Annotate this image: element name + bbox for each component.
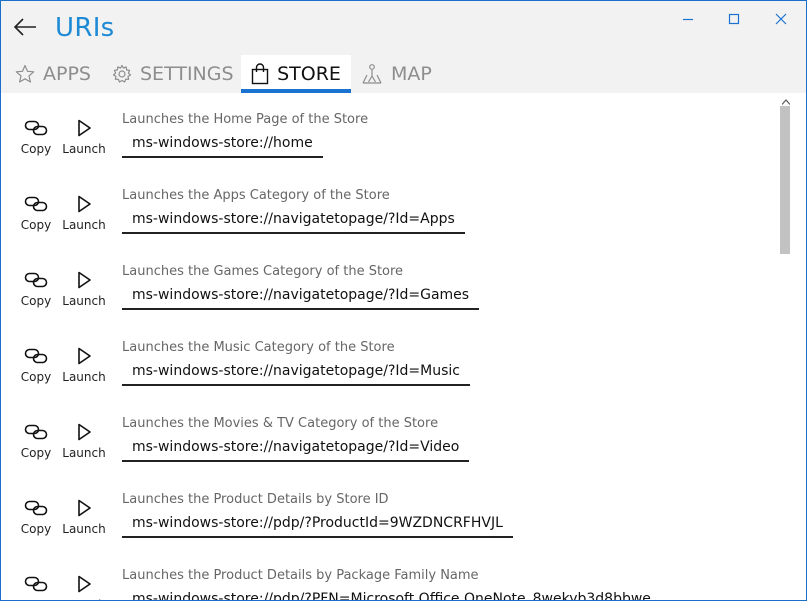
copy-button[interactable]: Copy (14, 421, 58, 460)
copy-label: Copy (20, 294, 52, 308)
link-icon (24, 421, 48, 443)
launch-label: Launch (62, 142, 106, 156)
list-item: Copy Launch Launches the Apps Category o… (1, 169, 778, 245)
uri-field[interactable]: ms-windows-store://navigatetopage/?Id=Ap… (122, 206, 465, 234)
launch-button[interactable]: Launch (62, 193, 106, 232)
launch-button[interactable]: Launch (62, 269, 106, 308)
launch-label: Launch (62, 446, 106, 460)
play-icon (76, 193, 92, 215)
uri-description: Launches the Music Category of the Store (122, 340, 395, 355)
launch-button[interactable]: Launch (62, 421, 106, 460)
list-item: Copy Launch Launches the Product Details… (1, 473, 778, 549)
back-arrow-icon (13, 17, 37, 41)
tab-settings-label: SETTINGS (140, 63, 234, 85)
title-bar: URIs APPS SETTINGS STORE MAP (1, 1, 806, 93)
uri-description: Launches the Product Details by Store ID (122, 492, 389, 507)
tab-settings[interactable]: SETTINGS (112, 55, 234, 93)
tab-bar: APPS SETTINGS STORE MAP (1, 55, 806, 93)
minimize-button[interactable] (665, 1, 711, 37)
copy-label: Copy (20, 142, 52, 156)
list-item: Copy Launch Launches the Music Category … (1, 321, 778, 397)
copy-label: Copy (20, 522, 52, 536)
play-icon (76, 117, 92, 139)
copy-button[interactable]: Copy (14, 117, 58, 156)
launch-button[interactable]: Launch (62, 117, 106, 156)
app-window: URIs APPS SETTINGS STORE MAP Copy Launch… (0, 0, 807, 601)
play-icon (76, 269, 92, 291)
uri-field[interactable]: ms-windows-store://navigatetopage/?Id=Vi… (122, 434, 470, 462)
copy-label: Copy (20, 370, 52, 384)
link-icon (24, 573, 48, 595)
launch-label: Launch (62, 522, 106, 536)
uri-description: Launches the Product Details by Package … (122, 568, 479, 583)
list-item: Copy Launch Launches the Games Category … (1, 245, 778, 321)
uri-description: Launches the Apps Category of the Store (122, 188, 390, 203)
link-icon (24, 269, 48, 291)
uri-field[interactable]: ms-windows-store://home (122, 130, 323, 158)
tab-apps[interactable]: APPS (15, 55, 91, 93)
uri-field[interactable]: ms-windows-store://pdp/?ProductId=9WZDNC… (122, 510, 513, 538)
scroll-thumb[interactable] (780, 106, 790, 254)
link-icon (24, 117, 48, 139)
copy-button[interactable]: Copy (14, 573, 58, 600)
copy-label: Copy (21, 598, 51, 600)
tab-store-label: STORE (277, 63, 341, 85)
tab-apps-label: APPS (43, 63, 91, 85)
launch-label: Launch (62, 598, 105, 600)
copy-label: Copy (20, 446, 52, 460)
tab-map-label: MAP (391, 63, 432, 85)
tab-store[interactable]: STORE (241, 55, 351, 93)
play-icon (76, 421, 92, 443)
launch-button[interactable]: Launch (62, 573, 106, 600)
uri-description: Launches the Games Category of the Store (122, 264, 404, 279)
play-icon (76, 345, 92, 367)
uri-description: Launches the Movies & TV Category of the… (122, 416, 439, 431)
copy-button[interactable]: Copy (14, 497, 58, 536)
link-icon (24, 193, 48, 215)
back-button[interactable] (7, 11, 43, 47)
uri-list: Copy Launch Launches the Home Page of th… (1, 93, 778, 600)
list-item: Copy Launch Launches the Home Page of th… (1, 93, 778, 169)
launch-button[interactable]: Launch (62, 345, 106, 384)
list-item: Copy Launch Launches the Movies & TV Cat… (1, 397, 778, 473)
copy-label: Copy (20, 218, 52, 232)
uri-field[interactable]: ms-windows-store://pdp/?PFN=Microsoft.Of… (122, 586, 661, 600)
minimize-icon (682, 10, 694, 29)
maximize-button[interactable] (711, 1, 757, 37)
uri-field[interactable]: ms-windows-store://navigatetopage/?Id=Mu… (122, 358, 470, 386)
tab-map[interactable]: MAP (361, 55, 432, 93)
uri-field[interactable]: ms-windows-store://navigatetopage/?Id=Ga… (122, 282, 480, 310)
copy-button[interactable]: Copy (14, 345, 58, 384)
star-icon (15, 64, 35, 84)
link-icon (24, 497, 48, 519)
launch-label: Launch (62, 294, 106, 308)
uri-description: Launches the Home Page of the Store (122, 112, 369, 127)
maximize-icon (728, 10, 740, 29)
vertical-scrollbar[interactable] (778, 93, 794, 600)
map-person-icon (361, 63, 383, 85)
close-icon (775, 10, 787, 29)
shopping-bag-icon (251, 63, 269, 85)
list-item: Copy Launch Launches the Product Details… (1, 549, 778, 600)
copy-button[interactable]: Copy (14, 269, 58, 308)
app-title: URIs (55, 13, 115, 43)
launch-button[interactable]: Launch (62, 497, 106, 536)
play-icon (76, 573, 92, 595)
close-button[interactable] (758, 1, 804, 37)
launch-label: Launch (62, 370, 106, 384)
scroll-up-button[interactable] (778, 93, 794, 105)
link-icon (24, 345, 48, 367)
copy-button[interactable]: Copy (14, 193, 58, 232)
gear-icon (112, 64, 132, 84)
play-icon (76, 497, 92, 519)
launch-label: Launch (62, 218, 106, 232)
